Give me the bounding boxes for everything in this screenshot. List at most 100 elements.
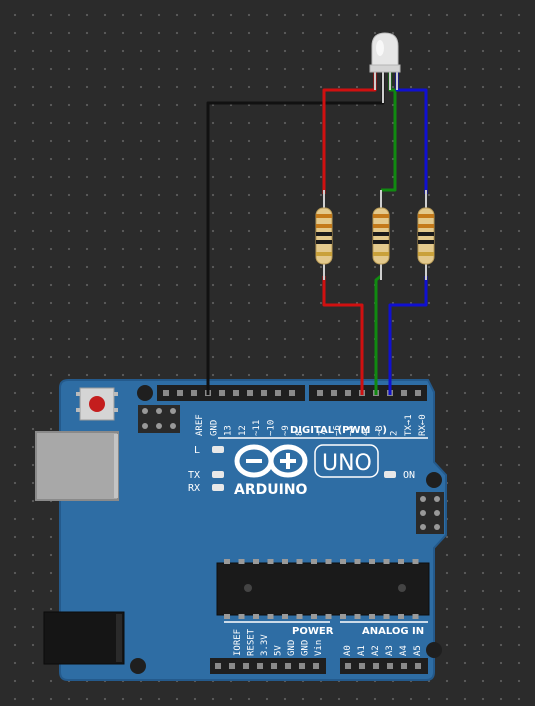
chip-leg [311, 614, 317, 619]
chip-leg [282, 559, 288, 564]
chip-leg [238, 614, 245, 619]
chip-leg [238, 559, 245, 564]
chip-leg [383, 559, 390, 564]
power-header[interactable] [210, 658, 326, 674]
header-pin[interactable] [233, 390, 239, 396]
pin-label: AREF [195, 414, 205, 436]
digital-pwm-label: DIGITAL (PWM ~) [290, 425, 387, 436]
pin-label: GND [209, 420, 219, 436]
led-l-label: L [194, 445, 200, 456]
power-label: POWER [292, 626, 334, 637]
header-pin[interactable] [257, 663, 263, 669]
usb-port [35, 431, 119, 501]
chip-leg [224, 614, 230, 619]
pin-label: A1 [357, 645, 367, 656]
chip-leg [325, 614, 332, 619]
pin-label: A5 [413, 645, 423, 656]
resistor-blue[interactable] [417, 190, 435, 280]
chip-leg [253, 559, 259, 564]
header-pin[interactable] [275, 390, 281, 396]
analog-in-label: ANALOG IN [362, 626, 424, 637]
resistor-red[interactable] [315, 190, 333, 280]
header-pin[interactable] [299, 663, 305, 669]
wire-common-cathode-to-gnd[interactable] [206, 72, 385, 395]
header-pin[interactable] [191, 390, 197, 396]
header-pin[interactable] [345, 390, 351, 396]
reset-button[interactable] [76, 387, 118, 421]
header-pin[interactable] [289, 390, 295, 396]
header-pin[interactable] [415, 390, 421, 396]
microcontroller-chip [216, 559, 430, 619]
chip-leg [224, 559, 230, 564]
digital-header-right[interactable] [309, 385, 427, 401]
led-l [212, 446, 224, 453]
chip-leg [398, 614, 404, 619]
chip-leg [383, 614, 390, 619]
chip-leg [267, 614, 274, 619]
pin-label: 5V [274, 645, 284, 656]
resistor-green[interactable] [372, 190, 390, 280]
chip-leg [311, 559, 317, 564]
led-rx-label: RX [188, 483, 200, 494]
header-pin[interactable] [219, 390, 225, 396]
led-tx-label: TX [188, 470, 200, 481]
header-pin[interactable] [331, 390, 337, 396]
digital-header-left[interactable] [157, 385, 305, 401]
header-pin[interactable] [163, 390, 169, 396]
header-pin[interactable] [345, 663, 351, 669]
mounting-hole [426, 472, 442, 488]
icsp-header-small [138, 405, 180, 433]
circuit-diagram: AREF GND 13 12 ~11 ~10 ~9 8 7 ~6 ~5 4 ~3 2 TX→1 RX←0 D… [35, 32, 447, 681]
led-tx [212, 471, 224, 478]
header-pin[interactable] [401, 663, 407, 669]
pin-label: GND [287, 640, 297, 656]
pin-label: ~11 [252, 420, 262, 436]
arduino-uno-board[interactable]: AREF GND 13 12 ~11 ~10 ~9 8 7 ~6 ~5 4 ~3 2 TX→1 RX←0 D… [35, 379, 447, 681]
pin-label: 2 [390, 431, 400, 436]
header-pin[interactable] [415, 663, 421, 669]
wire-green-resistor-to-pin3[interactable] [374, 274, 382, 395]
header-pin[interactable] [229, 663, 235, 669]
header-pin[interactable] [401, 390, 407, 396]
chip-leg [267, 559, 274, 564]
pin-label: ~10 [267, 420, 277, 436]
pin-label: 12 [238, 425, 248, 436]
chip-leg [354, 614, 361, 619]
pin-label: A0 [343, 645, 353, 656]
wire-blue-led-to-resistor[interactable] [395, 72, 428, 194]
header-pin[interactable] [387, 663, 393, 669]
wire-red-resistor-to-pin5[interactable] [322, 276, 364, 395]
header-pin[interactable] [247, 390, 253, 396]
chip-leg [296, 614, 303, 619]
header-pin[interactable] [271, 663, 277, 669]
header-pin[interactable] [373, 663, 379, 669]
led-rx [212, 484, 224, 491]
chip-leg [369, 614, 375, 619]
mounting-hole [130, 658, 146, 674]
mounting-hole [137, 385, 153, 401]
header-pin[interactable] [215, 663, 221, 669]
wire-red-led-to-resistor[interactable] [322, 72, 377, 194]
power-led-label: ON [403, 470, 415, 481]
wire-blue-resistor-to-pin2[interactable] [388, 276, 428, 395]
pin-label: A2 [371, 645, 381, 656]
header-pin[interactable] [243, 663, 249, 669]
pin-label: IOREF [233, 629, 243, 656]
header-pin[interactable] [177, 390, 183, 396]
chip-leg [354, 559, 361, 564]
mounting-hole [426, 642, 442, 658]
chip-leg [296, 559, 303, 564]
chip-leg [282, 614, 288, 619]
header-pin[interactable] [317, 390, 323, 396]
header-pin[interactable] [285, 663, 291, 669]
header-pin[interactable] [261, 390, 267, 396]
chip-leg [325, 559, 332, 564]
chip-leg [412, 559, 419, 564]
analog-header[interactable] [340, 658, 428, 674]
icsp-header [416, 492, 444, 534]
header-pin[interactable] [313, 663, 319, 669]
board-model-label: UNO [322, 451, 372, 476]
power-jack [43, 611, 125, 665]
pin-label: TX→1 [404, 414, 414, 436]
header-pin[interactable] [359, 663, 365, 669]
